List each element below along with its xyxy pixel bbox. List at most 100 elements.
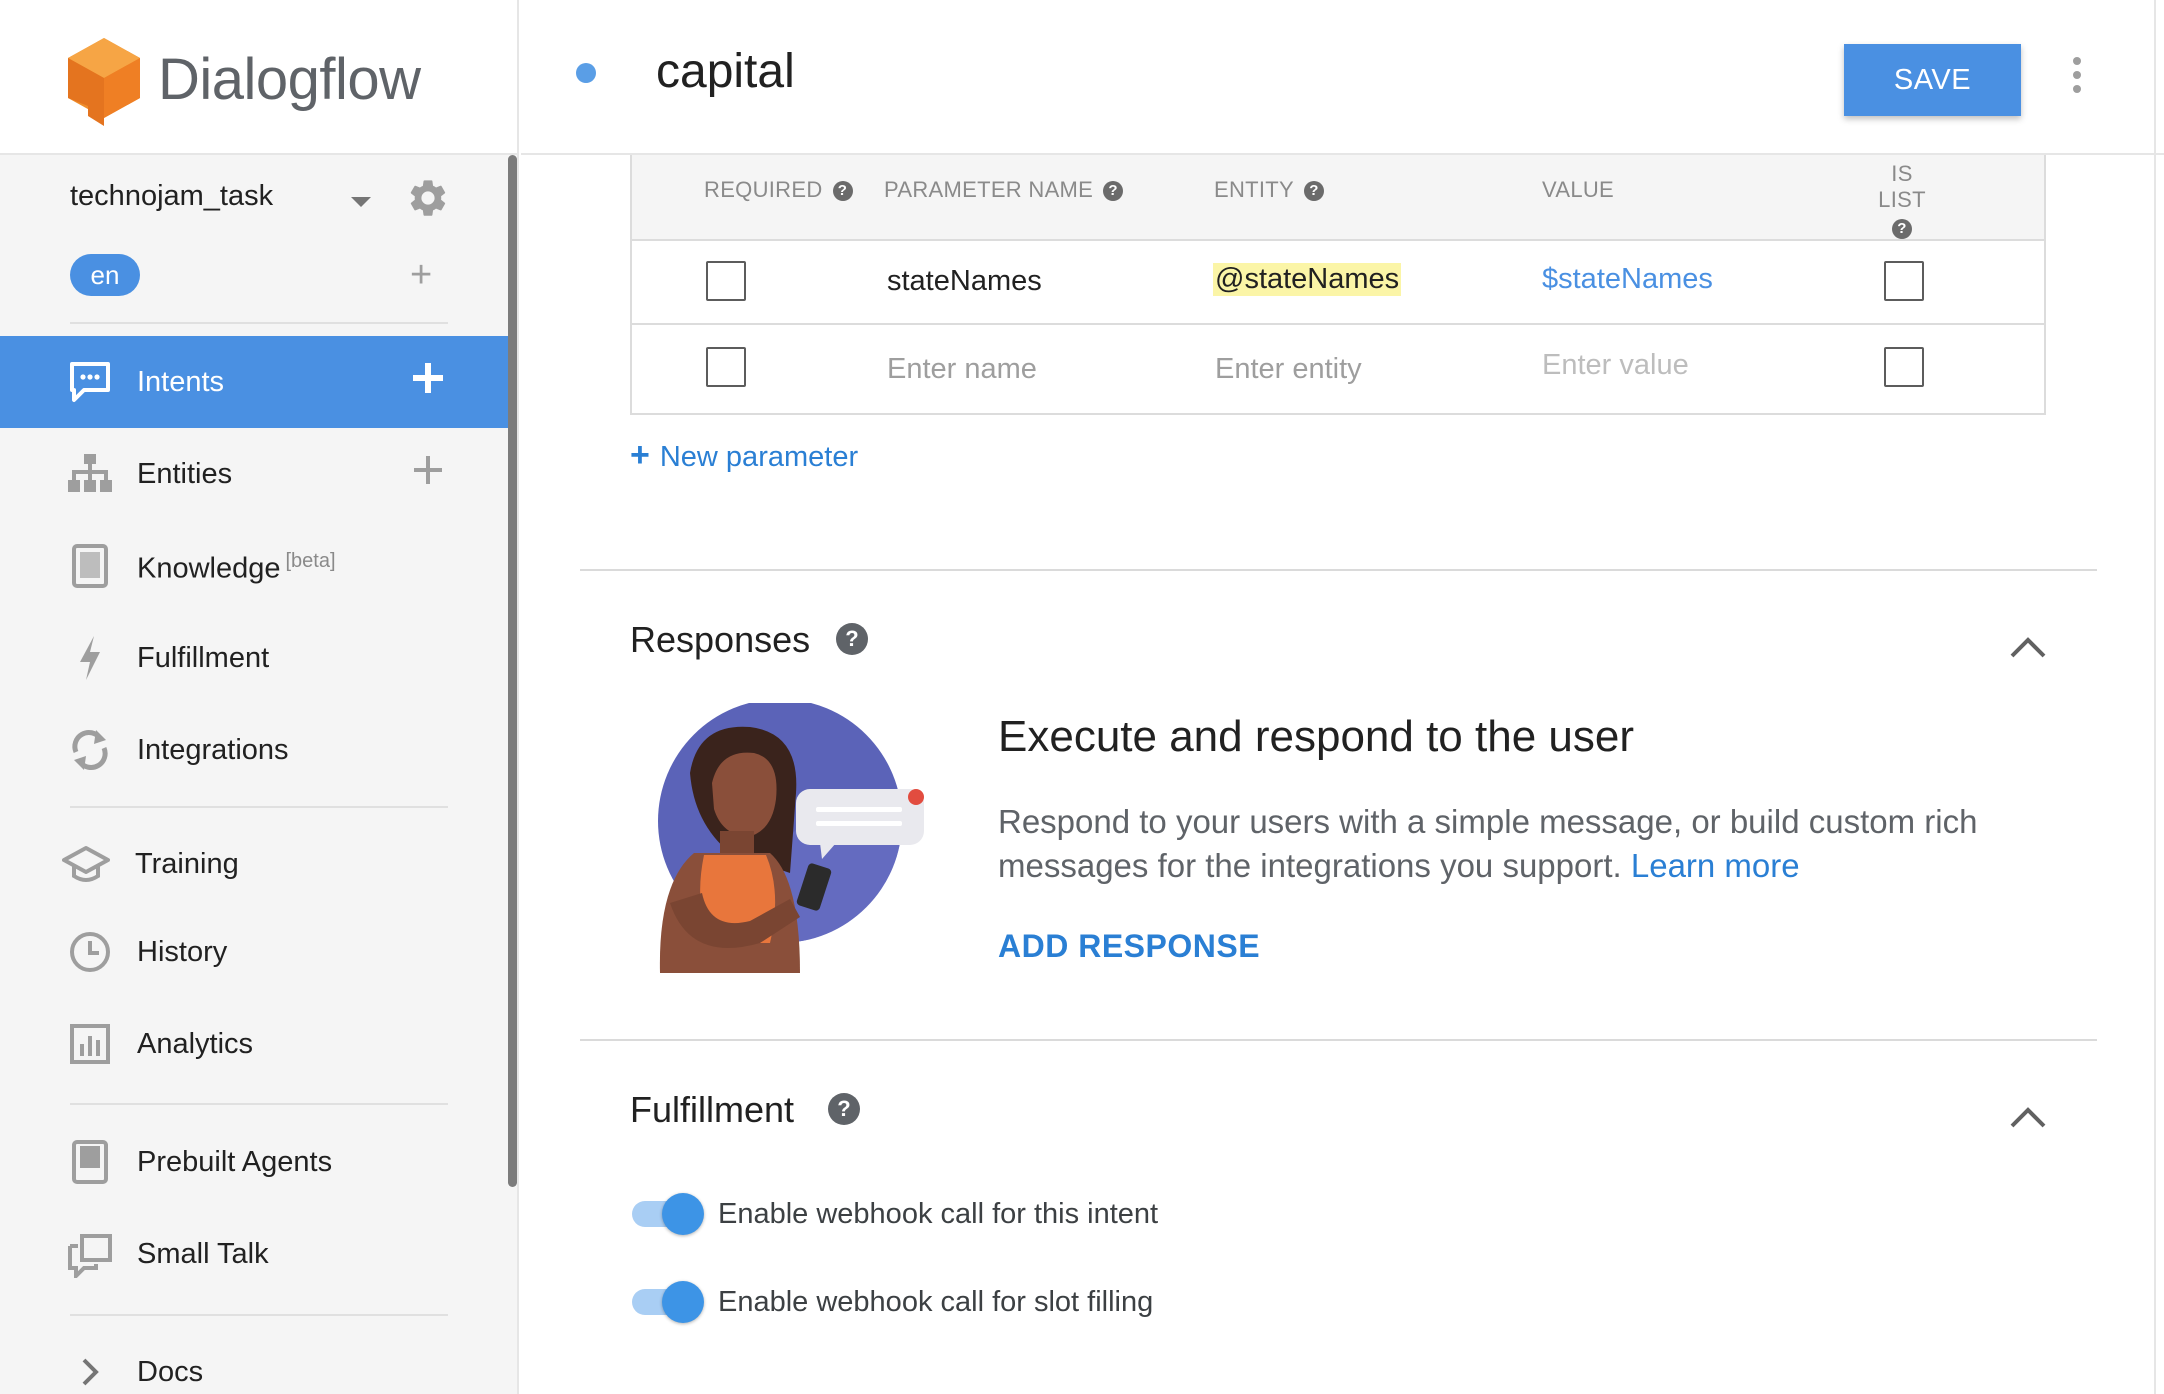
parameter-name-cell[interactable]: stateNames [887, 265, 1042, 298]
add-response-button[interactable]: ADD RESPONSE [998, 928, 1260, 965]
bar-chart-icon [70, 1024, 110, 1064]
add-entity-button[interactable] [410, 452, 446, 488]
gear-icon[interactable] [406, 176, 450, 220]
help-icon[interactable]: ? [836, 623, 868, 655]
is-list-checkbox[interactable] [1884, 347, 1924, 387]
sidebar-item-history[interactable]: History [0, 906, 508, 998]
agent-selector[interactable]: technojam_task [70, 180, 460, 240]
more-vert-icon[interactable] [2067, 55, 2087, 95]
webhook-intent-toggle[interactable] [632, 1193, 704, 1235]
chat-icon [70, 362, 110, 402]
webhook-slot-filling-label: Enable webhook call for slot filling [718, 1286, 1154, 1318]
sidebar-item-label: Integrations [137, 734, 289, 766]
sidebar-item-label: Knowledge [137, 552, 281, 585]
table-row: Enter name Enter entity Enter value [632, 327, 2044, 411]
column-value: VALUE [1542, 177, 1614, 203]
sidebar-item-prebuilt-agents[interactable]: Prebuilt Agents [0, 1116, 508, 1208]
parameter-value-input[interactable]: Enter value [1542, 349, 1689, 382]
sidebar-item-label: Docs [137, 1356, 204, 1388]
divider [70, 806, 448, 808]
status-dot [576, 63, 596, 83]
fulfillment-title: Fulfillment [630, 1089, 795, 1130]
save-button[interactable]: SAVE [1844, 44, 2021, 116]
required-checkbox[interactable] [706, 347, 746, 387]
parameter-entity-cell[interactable]: @stateNames [1213, 263, 1402, 296]
column-label: ENTITY [1214, 177, 1295, 202]
chevron-down-icon[interactable] [348, 192, 374, 212]
parameter-value-cell[interactable]: $stateNames [1542, 263, 1713, 296]
bolt-icon [80, 636, 100, 680]
sidebar-item-integrations[interactable]: Integrations [0, 704, 508, 796]
parameter-entity-input[interactable]: Enter entity [1215, 353, 1362, 386]
sidebar-item-label: Intents [137, 366, 225, 398]
column-parameter-name: PARAMETER NAME? [884, 177, 1124, 203]
column-label: IS LIST [1878, 161, 1926, 212]
add-intent-button[interactable] [410, 360, 446, 396]
webhook-slot-filling-toggle[interactable] [632, 1281, 704, 1323]
sidebar-item-knowledge[interactable]: Knowledge [beta] [0, 520, 508, 612]
is-list-checkbox[interactable] [1884, 261, 1924, 301]
intent-header: capital SAVE [521, 0, 2164, 155]
hierarchy-icon [68, 454, 112, 492]
add-language-button[interactable]: + [410, 256, 432, 294]
chat-bubbles-icon [68, 1234, 112, 1278]
sidebar-item-label: Training [135, 848, 239, 880]
table-row: stateNames @stateNames $stateNames [632, 241, 2044, 325]
divider [70, 1103, 448, 1105]
sidebar-item-docs[interactable]: Docs [0, 1326, 508, 1394]
column-label: REQUIRED [704, 177, 823, 202]
help-icon[interactable]: ? [1103, 181, 1124, 202]
table-header: REQUIRED? PARAMETER NAME? ENTITY? VALUE … [632, 155, 2044, 241]
column-label: PARAMETER NAME [884, 177, 1094, 202]
required-checkbox[interactable] [706, 261, 746, 301]
language-badge[interactable]: en [70, 254, 140, 296]
book-icon [72, 544, 108, 588]
column-is-list: IS LIST? [1872, 161, 1932, 240]
agent-name[interactable]: technojam_task [70, 180, 273, 213]
sidebar-item-label: History [137, 936, 228, 968]
logo[interactable]: Dialogflow [0, 0, 517, 155]
help-icon[interactable]: ? [1304, 181, 1325, 202]
sidebar-scrollbar[interactable] [508, 155, 517, 1187]
sidebar-item-training[interactable]: Training [0, 818, 508, 910]
sidebar-item-label: Entities [137, 458, 233, 490]
help-icon[interactable]: ? [828, 1093, 860, 1125]
sidebar-item-entities[interactable]: Entities [0, 428, 508, 520]
toggle-knob [662, 1281, 704, 1323]
page-edge [2154, 0, 2156, 1394]
sidebar-item-small-talk[interactable]: Small Talk [0, 1208, 508, 1300]
parameters-table: REQUIRED? PARAMETER NAME? ENTITY? VALUE … [630, 155, 2046, 415]
beta-badge: [beta] [285, 550, 336, 572]
dialogflow-logo-icon [68, 38, 140, 126]
language-row: en + [70, 254, 460, 300]
responses-heading: Execute and respond to the user [998, 712, 1634, 761]
responses-description-text: Respond to your users with a simple mess… [998, 803, 1978, 884]
parameter-name-input[interactable]: Enter name [887, 353, 1037, 386]
webhook-intent-label: Enable webhook call for this intent [718, 1198, 1159, 1230]
agent-book-icon [72, 1140, 108, 1184]
help-icon[interactable]: ? [832, 181, 853, 202]
sidebar-item-fulfillment[interactable]: Fulfillment [0, 612, 508, 704]
graduation-cap-icon [62, 846, 110, 882]
sidebar-item-label-wrap: Knowledge [beta] [137, 550, 336, 586]
help-icon[interactable]: ? [1892, 219, 1912, 240]
divider [580, 569, 2097, 571]
learn-more-link[interactable]: Learn more [1631, 847, 1800, 884]
sidebar-item-analytics[interactable]: Analytics [0, 998, 508, 1090]
toggle-knob [662, 1193, 704, 1235]
sidebar: Dialogflow technojam_task en + Intents E… [0, 0, 519, 1394]
sidebar-item-intents[interactable]: Intents [0, 336, 508, 428]
chevron-up-icon[interactable] [2008, 1106, 2048, 1130]
intent-title[interactable]: capital [656, 44, 795, 99]
divider [70, 1314, 448, 1316]
responses-description: Respond to your users with a simple mess… [998, 800, 2008, 888]
chevron-up-icon[interactable] [2008, 636, 2048, 660]
column-required: REQUIRED? [704, 177, 853, 203]
plus-icon: + [630, 436, 650, 474]
responses-title: Responses [630, 619, 811, 660]
clock-icon [70, 932, 110, 972]
divider [580, 1039, 2097, 1041]
column-label: VALUE [1542, 177, 1615, 202]
new-parameter-button[interactable]: + New parameter [630, 436, 858, 475]
sidebar-item-label: Fulfillment [137, 642, 270, 674]
